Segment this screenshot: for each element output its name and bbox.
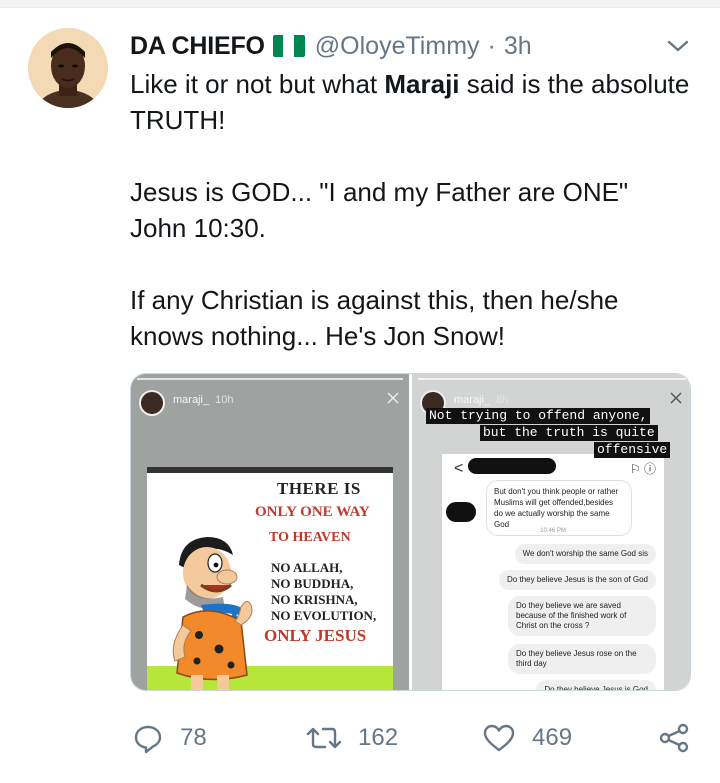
tweet-paragraph-1: Like it or not but what Maraji said is t…: [130, 66, 690, 138]
tweet-actions: 78 162 469: [130, 718, 695, 758]
story-avatar: [139, 390, 165, 416]
close-icon: [668, 390, 684, 406]
poster-line-1: THERE IS: [277, 479, 361, 498]
text-segment: Like it or not but what: [130, 69, 385, 99]
story-caption-line-2: but the truth is quite: [480, 425, 658, 441]
timeline-divider: [0, 0, 720, 8]
story-poster: THERE IS ONLY ONE WAY TO HEAVEN NO ALLAH…: [147, 467, 393, 690]
retweet-count: 162: [358, 724, 399, 751]
author-handle[interactable]: @OloyeTimmy: [315, 32, 480, 61]
share-button[interactable]: [658, 718, 706, 758]
media-image-right[interactable]: maraji_ 8h < ⚐ ⓘ But don't you think peop…: [412, 374, 690, 690]
retweet-icon: [306, 727, 342, 749]
story-progress-bar: [418, 378, 686, 380]
reply-button[interactable]: 78: [132, 718, 207, 758]
header-separator: ·: [487, 31, 496, 60]
story-caption-line-1: Not trying to offend anyone,: [426, 408, 651, 424]
tweet-header: DA CHIEFO @OloyeTimmy · 3h: [130, 30, 532, 62]
share-icon: [659, 723, 689, 753]
like-count: 469: [532, 724, 573, 751]
chat-screenshot: < ⚐ ⓘ But don't you think people or rath…: [442, 454, 664, 690]
tweet-media[interactable]: maraji_ 10h THERE IS ONLY ONE WAY TO HEAV…: [130, 373, 691, 691]
story-username-text: maraji_: [173, 394, 210, 406]
story-time: 8h: [496, 394, 509, 406]
outgoing-message: We don't worship the same God sis: [514, 544, 656, 564]
reply-icon: [134, 725, 162, 754]
poster-closing: ONLY JESUS: [264, 626, 367, 645]
reply-count: 78: [180, 724, 207, 751]
redacted-avatar-scribble: [446, 502, 476, 522]
media-image-left[interactable]: maraji_ 10h THERE IS ONLY ONE WAY TO HEAV…: [131, 374, 409, 690]
tweet-timestamp[interactable]: 3h: [504, 32, 532, 61]
story-username: maraji_ 8h: [454, 394, 508, 406]
poster-line-2: ONLY ONE WAY: [255, 504, 370, 520]
author-avatar[interactable]: [28, 28, 108, 108]
outgoing-message: Do they believe Jesus is the son of God: [499, 570, 656, 590]
like-icon: [483, 724, 515, 752]
outgoing-message: Do they believe Jesus rose on the third …: [508, 644, 656, 674]
story-progress-bar: [137, 378, 403, 380]
flag-info-icons: ⚐ ⓘ: [629, 462, 656, 476]
nigeria-flag-icon: [272, 35, 305, 57]
poster-list: NO ALLAH, NO BUDDHA, NO KRISHNA, NO EVOL…: [271, 560, 376, 624]
outgoing-message: Do they believe we are saved because of …: [508, 596, 656, 636]
story-username-text: maraji_: [454, 394, 491, 406]
tweet-paragraph-3: If any Christian is against this, then h…: [130, 285, 619, 351]
retweet-button[interactable]: 162: [306, 718, 398, 758]
bold-name: Maraji: [384, 69, 460, 99]
poster-list-item: NO ALLAH,: [271, 560, 343, 575]
poster-list-item: NO BUDDHA,: [271, 576, 354, 591]
story-time: 10h: [215, 394, 234, 406]
chevron-left-icon: <: [454, 460, 464, 477]
outgoing-message: Do they believe Jesus is God: [536, 680, 656, 690]
cartoon-character-illustration: [172, 537, 253, 690]
story-username: maraji_ 10h: [173, 394, 233, 406]
like-button[interactable]: 469: [482, 718, 572, 758]
chevron-down-icon[interactable]: [664, 36, 692, 56]
tweet-paragraph-2: Jesus is GOD... "I and my Father are ONE…: [130, 177, 629, 243]
author-name[interactable]: DA CHIEFO: [130, 32, 265, 61]
tweet-text: Like it or not but what Maraji said is t…: [130, 66, 690, 354]
close-icon: [385, 390, 401, 406]
message-timestamp: 10:46 PM: [540, 528, 566, 534]
poster-line-3: TO HEAVEN: [269, 530, 351, 545]
poster-list-item: NO EVOLUTION,: [271, 608, 377, 623]
redacted-scribble: [468, 458, 556, 474]
poster-list-item: NO KRISHNA,: [271, 592, 358, 607]
story-caption-line-3: offensive: [594, 442, 671, 458]
